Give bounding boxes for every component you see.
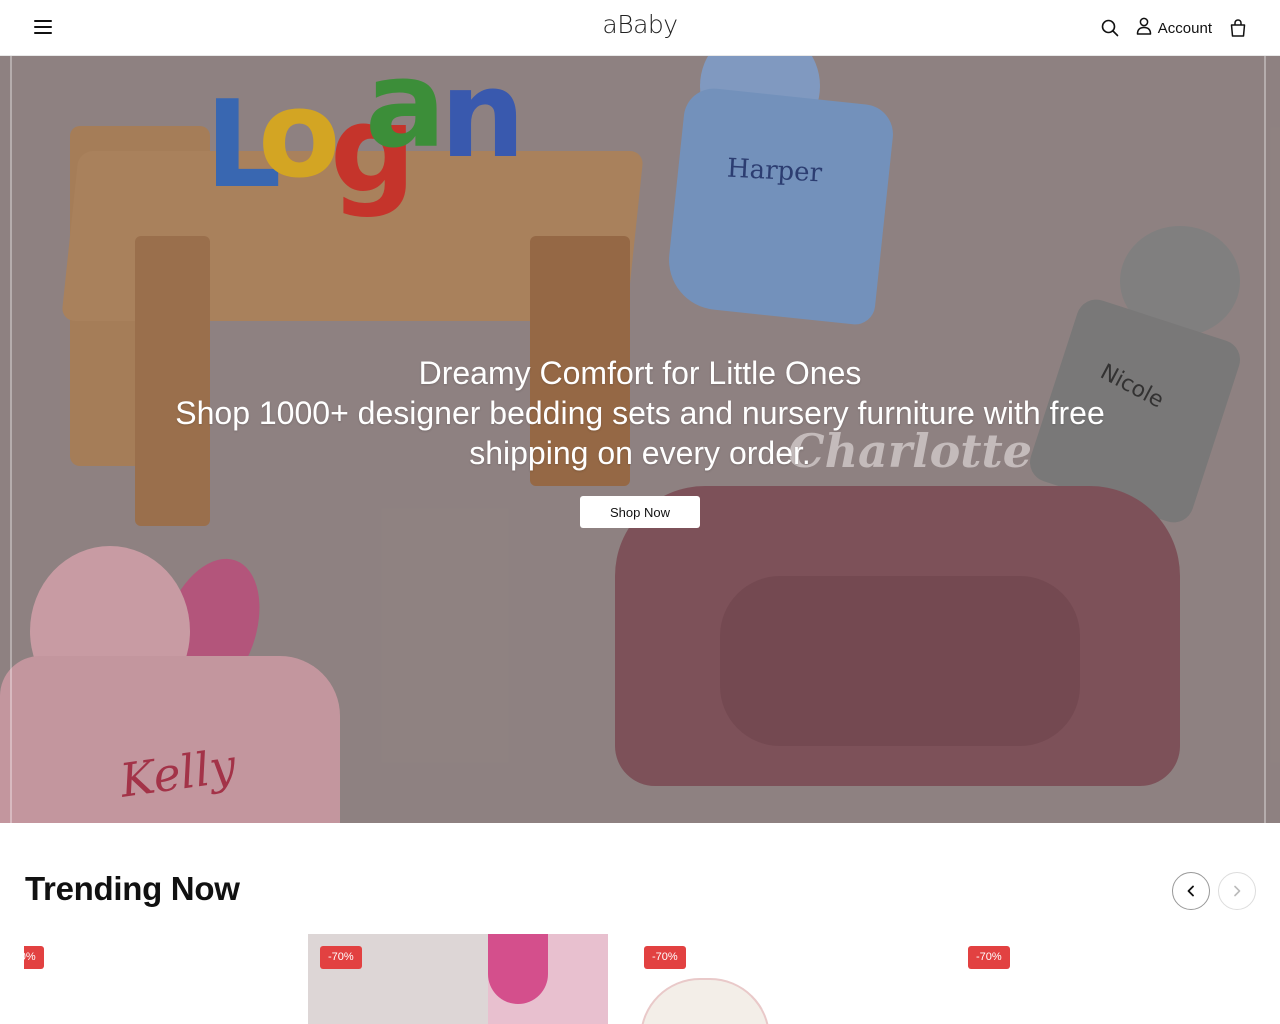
user-icon: [1136, 17, 1152, 40]
carousel-prev-button[interactable]: [1172, 872, 1210, 910]
discount-badge: -70%: [644, 946, 686, 969]
product-card[interactable]: -70%: [308, 934, 608, 1024]
hero-title: Dreamy Comfort for Little Ones: [418, 355, 862, 391]
discount-badge: -70%: [24, 946, 44, 969]
hero-subtitle: Shop 1000+ designer bedding sets and nur…: [175, 395, 1105, 471]
product-image: [640, 978, 770, 1024]
product-card[interactable]: -70%: [632, 934, 932, 1024]
header-actions: Account: [1098, 16, 1250, 40]
discount-badge: -70%: [968, 946, 1010, 969]
account-label: Account: [1157, 19, 1212, 37]
bag-icon[interactable]: [1226, 16, 1250, 40]
discount-badge: -70%: [320, 946, 362, 969]
site-logo[interactable]: aBaby: [0, 10, 1280, 39]
hero-frame-line: [10, 56, 12, 823]
section-title: Trending Now: [25, 870, 240, 907]
site-header: aBaby Account: [0, 0, 1280, 56]
product-image: [488, 934, 548, 1004]
search-icon[interactable]: [1098, 16, 1122, 40]
carousel-next-button[interactable]: [1218, 872, 1256, 910]
product-card[interactable]: -70%: [24, 934, 284, 1024]
account-link[interactable]: Account: [1136, 17, 1212, 40]
shop-now-button[interactable]: Shop Now: [580, 496, 700, 528]
chevron-right-icon: [1234, 885, 1241, 897]
chevron-left-icon: [1187, 885, 1194, 897]
hero-frame-line: [1264, 56, 1266, 823]
hero-banner: L o g a n Harper Nicole Charlotte Kelly …: [0, 56, 1280, 823]
product-card[interactable]: -70%: [956, 934, 1256, 1024]
